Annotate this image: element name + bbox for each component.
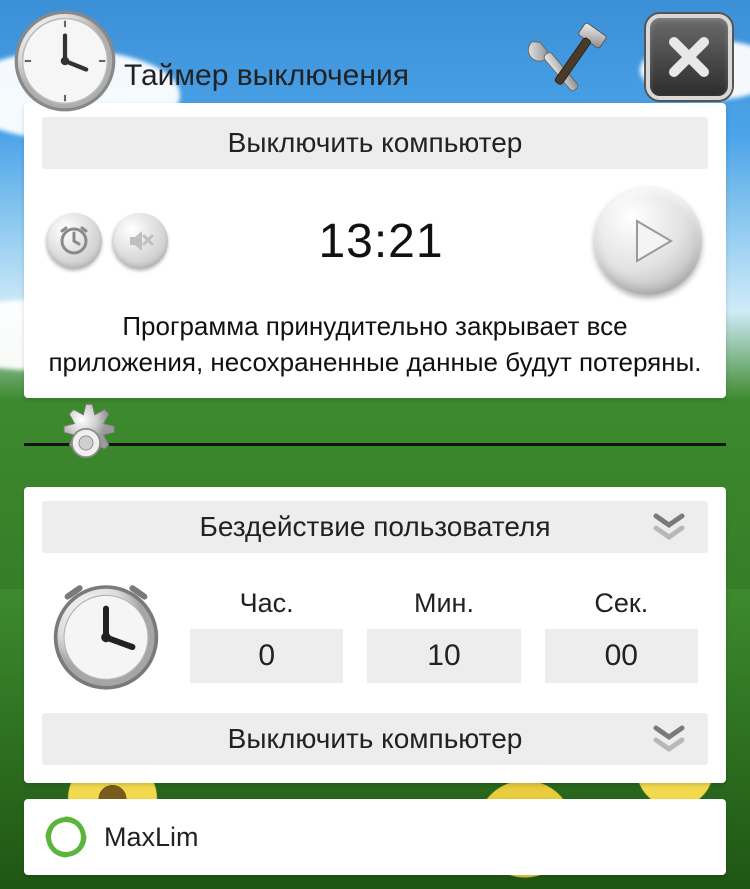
mute-button[interactable]	[112, 213, 168, 269]
action-select[interactable]: Выключить компьютер	[42, 713, 708, 765]
play-button[interactable]	[594, 187, 702, 295]
trigger-select[interactable]: Бездействие пользователя	[42, 501, 708, 553]
tools-icon[interactable]	[524, 12, 616, 104]
action-select-label: Выключить компьютер	[228, 723, 523, 755]
timer-clock-icon	[46, 575, 166, 695]
chevron-down-icon	[652, 724, 686, 754]
gear-icon[interactable]	[42, 399, 130, 487]
clock-icon	[12, 8, 118, 114]
footer: MaxLim	[24, 799, 726, 875]
app-title: Таймер выключения	[124, 59, 409, 99]
minutes-input[interactable]: 10	[367, 629, 520, 683]
chevron-down-icon	[652, 512, 686, 542]
brand-label: MaxLim	[104, 822, 199, 853]
warning-text: Программа принудительно закрывает все пр…	[42, 303, 708, 383]
seconds-input[interactable]: 00	[545, 629, 698, 683]
section-divider	[24, 418, 726, 469]
brand-icon	[42, 813, 90, 861]
app-window: Таймер выключения Выключить компьютер	[24, 12, 726, 875]
hours-input[interactable]: 0	[190, 629, 343, 683]
close-icon	[664, 32, 714, 82]
time-display: 13:21	[318, 214, 443, 269]
action-card: Выключить компьютер 13:21	[24, 103, 726, 397]
settings-card: Бездействие пользователя Час. Мин.	[24, 487, 726, 783]
minutes-label: Мин.	[367, 588, 520, 619]
mute-icon	[124, 225, 156, 257]
seconds-label: Сек.	[545, 588, 698, 619]
trigger-select-label: Бездействие пользователя	[199, 511, 550, 543]
close-button[interactable]	[646, 14, 732, 100]
time-inputs: Час. Мин. Сек. 0 10 00	[42, 567, 708, 713]
hours-label: Час.	[190, 588, 343, 619]
play-icon	[627, 216, 677, 266]
header: Таймер выключения	[24, 12, 726, 99]
schedule-icon	[58, 225, 90, 257]
action-label-bar: Выключить компьютер	[42, 117, 708, 169]
time-row: 13:21	[42, 169, 708, 303]
schedule-button[interactable]	[46, 213, 102, 269]
